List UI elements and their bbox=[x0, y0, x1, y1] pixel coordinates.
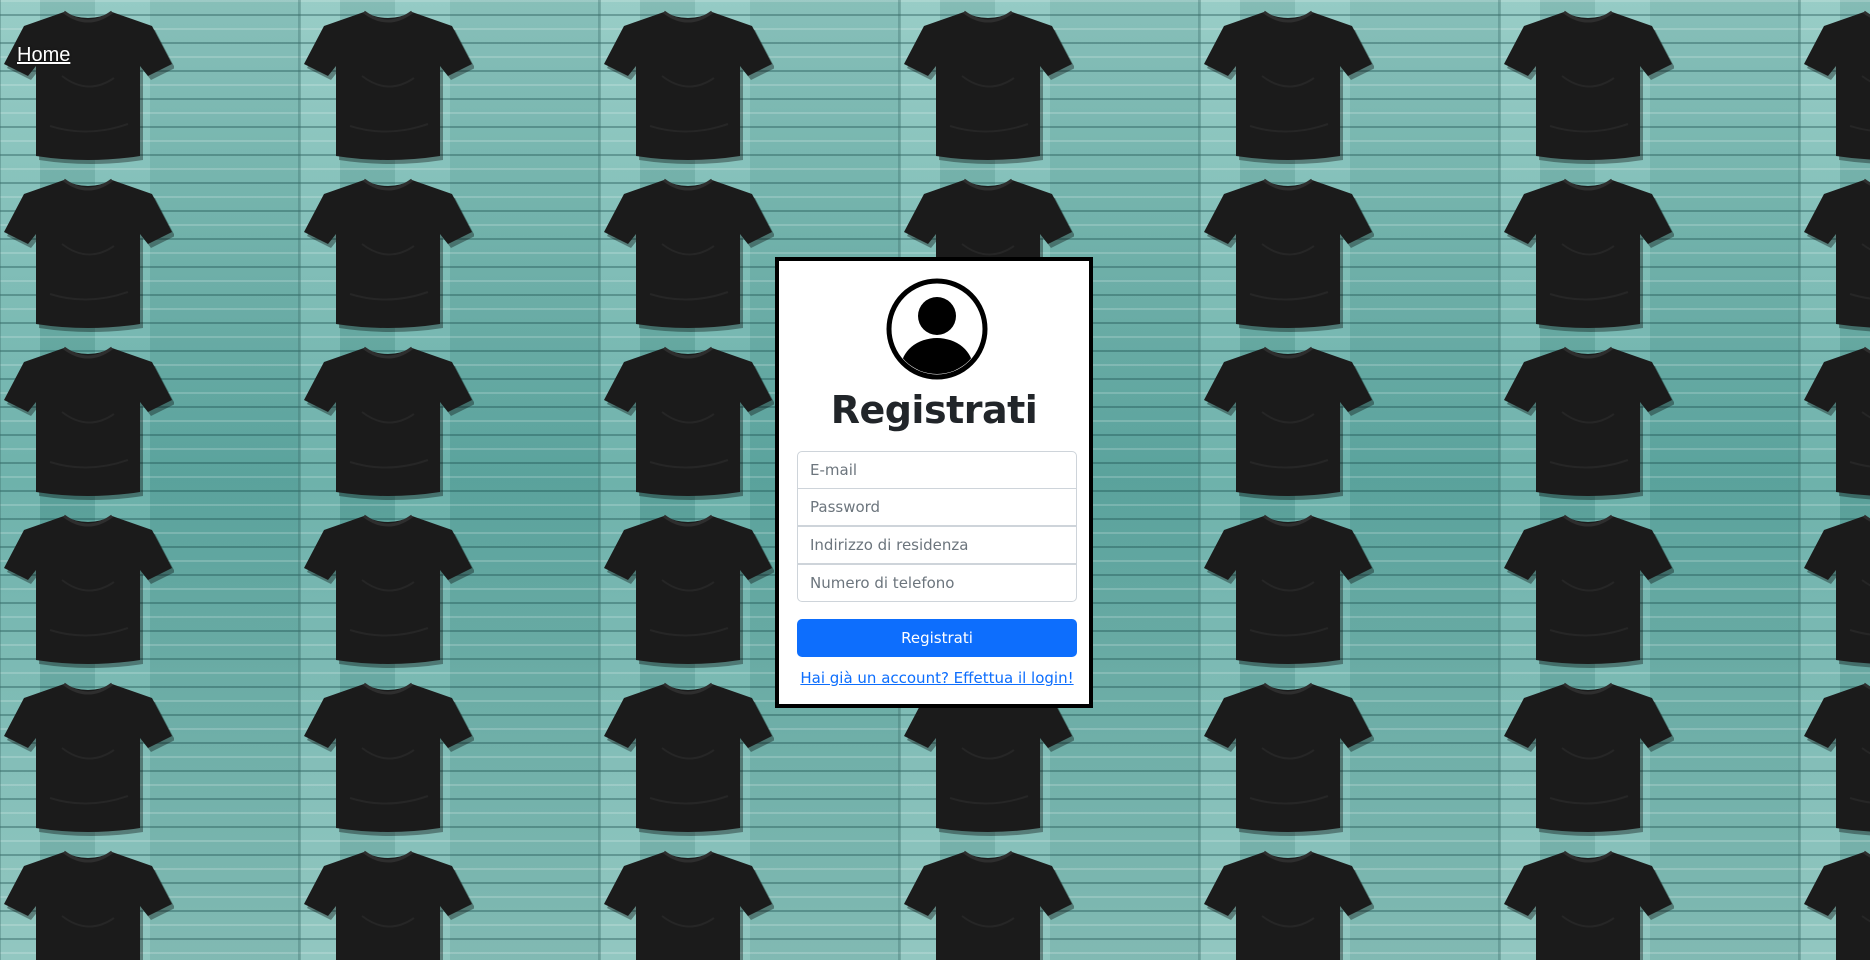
tshirt-image bbox=[1204, 850, 1374, 960]
tshirt-image bbox=[1804, 682, 1870, 836]
tshirt-image bbox=[4, 514, 174, 668]
tshirt-image bbox=[4, 850, 174, 960]
tshirt-image bbox=[4, 682, 174, 836]
tshirt-image bbox=[1804, 346, 1870, 500]
phone-field[interactable] bbox=[797, 564, 1077, 602]
tshirt-image bbox=[304, 514, 474, 668]
tshirt-image bbox=[1204, 514, 1374, 668]
tshirt-image bbox=[304, 682, 474, 836]
tshirt-image bbox=[4, 10, 174, 164]
tshirt-image bbox=[4, 346, 174, 500]
tile-seam bbox=[1498, 0, 1501, 960]
tshirt-image bbox=[304, 346, 474, 500]
tile-seam bbox=[0, 0, 1, 960]
tshirt-image bbox=[304, 178, 474, 332]
email-field[interactable] bbox=[797, 451, 1077, 489]
tshirt-image bbox=[1204, 346, 1374, 500]
tshirt-image bbox=[1204, 682, 1374, 836]
tile-seam bbox=[1198, 0, 1201, 960]
tshirt-image bbox=[4, 178, 174, 332]
tshirt-image bbox=[1804, 514, 1870, 668]
tshirt-image bbox=[1504, 514, 1674, 668]
home-link[interactable]: Home bbox=[17, 44, 70, 67]
tshirt-image bbox=[604, 346, 774, 500]
tshirt-image bbox=[1504, 346, 1674, 500]
register-button[interactable]: Registrati bbox=[797, 619, 1077, 657]
tshirt-image bbox=[904, 10, 1074, 164]
register-card: Registrati Registrati Hai già un account… bbox=[775, 257, 1093, 708]
tshirt-image bbox=[1804, 178, 1870, 332]
tile-seam bbox=[1798, 0, 1801, 960]
tile-seam bbox=[598, 0, 601, 960]
tshirt-image bbox=[604, 514, 774, 668]
tshirt-image bbox=[604, 10, 774, 164]
page-title: Registrati bbox=[830, 388, 1038, 432]
tshirt-image bbox=[1204, 10, 1374, 164]
tshirt-image bbox=[604, 682, 774, 836]
tshirt-image bbox=[1504, 10, 1674, 164]
tshirt-image bbox=[1504, 682, 1674, 836]
tshirt-image bbox=[904, 850, 1074, 960]
user-circle-icon bbox=[886, 278, 988, 380]
tile-seam bbox=[298, 0, 301, 960]
tshirt-image bbox=[1504, 178, 1674, 332]
tshirt-image bbox=[304, 10, 474, 164]
tshirt-image bbox=[1804, 850, 1870, 960]
tshirt-image bbox=[1204, 178, 1374, 332]
address-field[interactable] bbox=[797, 526, 1077, 564]
tshirt-image bbox=[604, 178, 774, 332]
tshirt-image bbox=[1804, 10, 1870, 164]
login-link[interactable]: Hai già un account? Effettua il login! bbox=[779, 669, 1095, 687]
tshirt-image bbox=[1504, 850, 1674, 960]
tshirt-image bbox=[604, 850, 774, 960]
password-field[interactable] bbox=[797, 488, 1077, 526]
tshirt-image bbox=[304, 850, 474, 960]
